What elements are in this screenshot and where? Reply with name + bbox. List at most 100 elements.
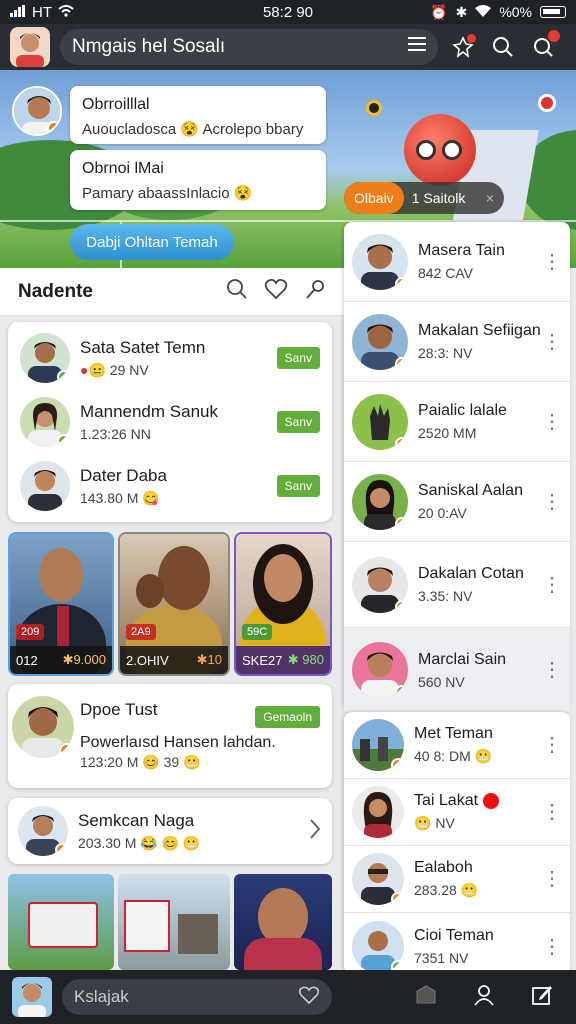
heart-icon[interactable]	[264, 278, 288, 305]
list-item-text: Mannendm Sanuk 1.23:26 NN	[80, 402, 277, 442]
contact-text: Dakalan Cotan 3.35: NV	[418, 565, 524, 604]
contact-name: Dakalan Cotan	[418, 565, 524, 582]
status-dot	[395, 516, 408, 530]
bee-icon	[366, 100, 382, 116]
notification-dot	[467, 34, 476, 43]
profile-avatar[interactable]	[12, 977, 52, 1017]
list-card[interactable]: Semkcan Naga 203.30 M 😂 😊 😬	[8, 798, 332, 864]
profile-avatar[interactable]	[10, 27, 50, 67]
chat-icon[interactable]	[528, 30, 560, 62]
list-item[interactable]: Mannendm Sanuk 1.23:26 NN Sanv	[8, 390, 332, 454]
list-item[interactable]: Sata Satet Temn ●😐 29 NV Sanv	[8, 326, 332, 390]
message-bubble[interactable]: Obrroilllal Auoucladosca 😵 Acrolepo bbar…	[70, 86, 326, 144]
contacts-panel-secondary: Met Teman 40 8: DM 😬 ⋮ Tai Lakat 😬 NV ⋮ …	[344, 712, 570, 974]
status-dot	[395, 356, 408, 370]
contact-sub: NV	[435, 815, 455, 831]
avatar	[20, 397, 70, 447]
contact-row[interactable]: Tai Lakat 😬 NV ⋮	[344, 779, 570, 846]
menu-icon[interactable]	[408, 36, 426, 58]
feature-card[interactable]: Dpoe Tust Gemaoln Powerlaısd Hansen lahd…	[8, 684, 332, 788]
photo-thumbnail[interactable]	[118, 874, 230, 970]
contact-text: Makalan Sefiigan 28:3: NV	[418, 322, 541, 361]
media-tile[interactable]: 209 012 ✱9.000	[8, 532, 114, 676]
more-icon[interactable]: ⋮	[542, 802, 562, 822]
heart-icon[interactable]	[298, 985, 320, 1010]
close-icon[interactable]: ×	[486, 190, 504, 206]
more-icon[interactable]: ⋮	[542, 937, 562, 957]
tile-tag: 59C	[242, 624, 273, 640]
section-header: Nadente	[0, 268, 344, 316]
list-item-meta: 143.80 M 😋	[80, 490, 277, 507]
folder-icon[interactable]	[414, 983, 438, 1012]
poster-avatar[interactable]	[12, 86, 62, 136]
notification-icon[interactable]	[448, 32, 478, 62]
avatar	[352, 853, 404, 905]
media-tile[interactable]: 2A9 2.OHIV ✱10	[118, 532, 230, 676]
status-dot	[47, 121, 60, 134]
person-silhouette	[244, 938, 322, 970]
message-composer[interactable]: Kslajak	[62, 979, 332, 1015]
more-icon[interactable]: ⋮	[542, 869, 562, 889]
contact-row[interactable]: Met Teman 40 8: DM 😬 ⋮	[344, 712, 570, 779]
contact-row[interactable]: Cioi Teman 7351 NV ⋮	[344, 913, 570, 974]
contact-row[interactable]: Makalan Sefiigan 28:3: NV ⋮	[344, 302, 570, 382]
composer-text: Kslajak	[74, 987, 129, 1006]
list-item[interactable]: Dater Daba 143.80 M 😋 Sanv	[8, 454, 332, 518]
bluetooth-icon: ✱	[455, 3, 468, 20]
avatar	[352, 313, 408, 370]
contact-row[interactable]: Saniskal Aalan 20 0:AV ⋮	[344, 462, 570, 542]
contact-text: Marclai Sain 560 NV	[418, 651, 506, 690]
chevron-right-icon[interactable]	[308, 818, 322, 845]
battery-icon	[540, 6, 566, 18]
contact-row-selected[interactable]: Marclai Sain 560 NV ⋮	[344, 628, 570, 712]
pin-icon[interactable]	[304, 278, 326, 305]
list-item-name: Mannendm Sanuk	[80, 402, 218, 421]
more-icon[interactable]: ⋮	[542, 660, 562, 680]
profile-icon[interactable]	[472, 983, 496, 1012]
person-head	[136, 574, 164, 608]
tile-stats: 2.OHIV ✱10	[120, 646, 228, 674]
contact-sub: 2520 MM	[418, 425, 477, 441]
more-icon[interactable]: ⋮	[542, 492, 562, 512]
more-icon[interactable]: ⋮	[542, 575, 562, 595]
tile-stat-left: 2.OHIV	[126, 652, 169, 668]
more-icon[interactable]: ⋮	[542, 332, 562, 352]
robot-mascot	[404, 114, 476, 186]
person-head	[39, 548, 83, 602]
message-bubble[interactable]: Obrnoi lMai Pamary abaassInlacio 😵	[70, 150, 326, 210]
contact-text: Tai Lakat 😬 NV	[414, 792, 499, 832]
bottom-bar: Kslajak	[0, 970, 576, 1024]
status-badge[interactable]: Sanv	[276, 411, 320, 433]
contact-row[interactable]: Ealaboh 283.28 😬 ⋮	[344, 846, 570, 913]
contact-sub: 20 0:AV	[418, 505, 467, 521]
filter-chip[interactable]: Olbaiv 1 Saitolk ×	[344, 182, 504, 214]
feature-meta-line: 123:20 M 😊 39 😬	[80, 754, 201, 771]
contact-text: Ealaboh 283.28 😬	[414, 859, 478, 899]
status-badge[interactable]: Gemaoln	[255, 706, 320, 728]
tile-stats: 012 ✱9.000	[10, 646, 112, 674]
red-badge-icon	[482, 792, 499, 809]
join-team-button[interactable]: Dabji Ohltan Temah	[70, 224, 234, 260]
contact-row[interactable]: Paialic lalale 2520 MM ⋮	[344, 382, 570, 462]
photo-thumbnail[interactable]	[234, 874, 332, 970]
search-icon[interactable]	[226, 278, 248, 305]
media-tile[interactable]: 59C SKE27 ✱ 980	[234, 532, 332, 676]
edit-icon[interactable]	[530, 983, 554, 1012]
contact-sub: 283.28	[414, 882, 457, 898]
person-head	[264, 554, 302, 602]
contact-name: Cioi Teman	[414, 927, 494, 944]
more-icon[interactable]: ⋮	[542, 735, 562, 755]
crowd-shape	[178, 914, 218, 954]
contact-row[interactable]: Masera Tain 842 CAV ⋮	[344, 222, 570, 302]
search-icon[interactable]	[488, 32, 518, 62]
more-icon[interactable]: ⋮	[542, 252, 562, 272]
contact-row[interactable]: Dakalan Cotan 3.35: NV ⋮	[344, 542, 570, 628]
status-dot	[395, 685, 408, 698]
photo-thumbnail[interactable]	[8, 874, 114, 970]
contact-sub: 842 CAV	[418, 265, 473, 281]
message-subtitle: Auoucladosca	[82, 121, 177, 138]
search-bar[interactable]: Nmgais hel Sosalı	[60, 29, 438, 65]
more-icon[interactable]: ⋮	[542, 412, 562, 432]
status-badge[interactable]: Sanv	[276, 347, 320, 369]
status-badge[interactable]: Sanv	[276, 475, 320, 497]
